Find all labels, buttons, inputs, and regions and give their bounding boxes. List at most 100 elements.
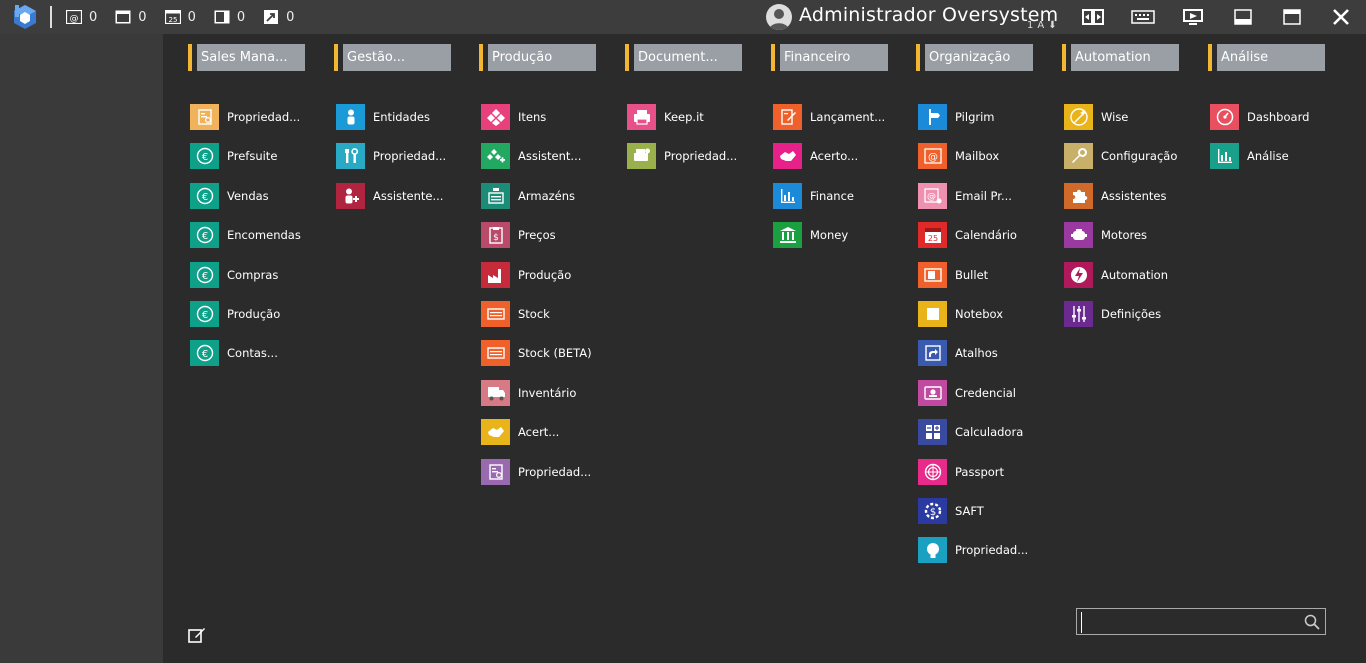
split-view-icon[interactable] (1080, 6, 1106, 28)
app-tile[interactable]: Entidades (336, 104, 430, 130)
app-tile[interactable]: Stock (BETA) (481, 340, 592, 367)
app-tile[interactable]: Finance (773, 182, 854, 209)
app-tile[interactable]: Inventário (481, 379, 576, 406)
app-tile[interactable]: € Encomendas (190, 222, 301, 249)
notification-counters: @0 0 25 0 0 0 (66, 0, 312, 34)
app-tile[interactable]: Produção (481, 261, 571, 288)
counter-arrow[interactable]: 0 (263, 10, 294, 25)
app-tile[interactable]: Stock (481, 301, 550, 327)
app-tile[interactable]: Calculadora (918, 419, 1023, 446)
edit-layout-icon[interactable] (188, 627, 206, 643)
app-tile[interactable]: @ Mailbox (918, 143, 999, 170)
gauge-icon (1210, 104, 1239, 130)
user-area[interactable]: Administrador Oversystem (766, 0, 1058, 34)
app-tile[interactable]: Armazéns (481, 182, 576, 209)
top-bar: @0 0 25 0 0 0 Administrador Oversystem 1A⬇ (0, 0, 1366, 34)
app-tile-label: Contas... (227, 346, 278, 361)
app-tile[interactable]: Atalhos (918, 340, 998, 367)
calendar-icon: 25 (918, 222, 947, 249)
counter-at[interactable]: @0 (66, 10, 97, 25)
minimize-icon[interactable] (1230, 6, 1256, 28)
bar-chart-icon (1210, 143, 1239, 170)
app-tile[interactable]: Bullet (918, 261, 988, 288)
app-tile[interactable]: Money (773, 222, 848, 249)
group-header-7[interactable]: Análise (1208, 44, 1325, 71)
euro-icon: € (190, 261, 219, 288)
app-tile[interactable]: Configuração (1064, 143, 1177, 170)
app-tile[interactable]: Propriedad... (336, 143, 446, 170)
screen-share-icon[interactable] (1180, 6, 1206, 28)
app-tile-label: Lançament... (810, 110, 886, 124)
counter-window[interactable]: 0 (115, 10, 147, 25)
app-tile[interactable]: Acerto... (773, 143, 858, 170)
search-box[interactable] (1076, 608, 1326, 635)
tools-icon (336, 143, 365, 170)
wand-icon (1064, 104, 1093, 130)
app-tile[interactable]: Assistent... (481, 143, 581, 170)
group-header-2[interactable]: Produção (479, 44, 596, 71)
app-tile[interactable]: Propriedad... (190, 104, 300, 130)
app-tile[interactable]: Passport (918, 458, 1004, 485)
app-tile-label: Assistentes (1101, 188, 1167, 203)
app-tile-label: Armazéns (518, 188, 576, 203)
group-title: Gestão... (343, 44, 451, 71)
person-add-icon (336, 182, 365, 209)
app-tile[interactable]: @ Email Pr... (918, 182, 1012, 209)
counter-calendar[interactable]: 25 0 (164, 10, 196, 25)
app-tile[interactable]: $ Preços (481, 222, 556, 249)
stock-icon (481, 340, 510, 367)
search-icon[interactable] (1304, 614, 1320, 630)
group-title: Análise (1217, 44, 1325, 71)
maximize-icon[interactable] (1279, 6, 1305, 28)
saft-icon: $ (918, 498, 947, 524)
sliders-icon (1064, 301, 1093, 327)
app-tile[interactable]: € Produção (190, 301, 280, 327)
group-header-3[interactable]: Document... (625, 44, 742, 71)
app-tile-label: Wise (1101, 110, 1129, 124)
group-header-1[interactable]: Gestão... (334, 44, 451, 71)
download-icon[interactable]: ⬇ (1048, 20, 1056, 31)
app-tile[interactable]: Lançament... (773, 104, 885, 130)
app-tile-label: Credencial (955, 385, 1017, 400)
app-tile[interactable]: Motores (1064, 222, 1147, 249)
keyboard-icon[interactable] (1130, 6, 1156, 28)
app-tile[interactable]: $ SAFT (918, 498, 984, 524)
app-logo-icon[interactable] (12, 4, 38, 30)
app-tile[interactable]: 25 Calendário (918, 222, 1017, 249)
counter-panel[interactable]: 0 (214, 10, 245, 25)
app-tile[interactable]: Itens (481, 104, 546, 130)
app-tile[interactable]: Wise (1064, 104, 1128, 130)
svg-text:€: € (201, 310, 207, 321)
app-tile[interactable]: € Vendas (190, 182, 269, 209)
app-tile[interactable]: Acert... (481, 419, 560, 446)
app-tile[interactable]: Keep.it (627, 104, 704, 130)
app-tile[interactable]: Dashboard (1210, 104, 1309, 130)
app-tile[interactable]: Propriedad... (481, 458, 591, 485)
group-header-5[interactable]: Organização (916, 44, 1033, 71)
app-tile[interactable]: Notebox (918, 301, 1003, 327)
app-tile[interactable]: Assistente... (336, 182, 443, 209)
app-tile[interactable]: Pilgrim (918, 104, 995, 130)
app-tile[interactable]: € Compras (190, 261, 278, 288)
app-tile[interactable]: Credencial (918, 379, 1017, 406)
app-tile-label: Acert... (518, 425, 560, 440)
close-icon[interactable] (1328, 6, 1354, 28)
search-input[interactable] (1081, 612, 1301, 633)
app-tile-label: Notebox (955, 307, 1004, 321)
app-tile[interactable]: € Contas... (190, 340, 278, 367)
wrench-icon (1064, 143, 1093, 170)
group-header-6[interactable]: Automation (1062, 44, 1179, 71)
app-tile[interactable]: Análise (1210, 143, 1289, 170)
app-tile[interactable]: € Prefsuite (190, 143, 277, 170)
app-tile[interactable]: Assistentes (1064, 182, 1167, 209)
group-header-0[interactable]: Sales Mana... (188, 44, 305, 71)
app-tile[interactable]: Definições (1064, 301, 1161, 327)
group-header-4[interactable]: Financeiro (771, 44, 888, 71)
app-tile[interactable]: Propriedad... (918, 537, 1028, 564)
app-tile-label: Vendas (227, 188, 269, 203)
app-tile-label: SAFT (955, 504, 984, 518)
topbar-divider (50, 6, 52, 28)
app-tile[interactable]: Propriedad... (627, 143, 737, 170)
group-title: Sales Mana... (197, 44, 305, 71)
app-tile[interactable]: Automation (1064, 261, 1168, 288)
